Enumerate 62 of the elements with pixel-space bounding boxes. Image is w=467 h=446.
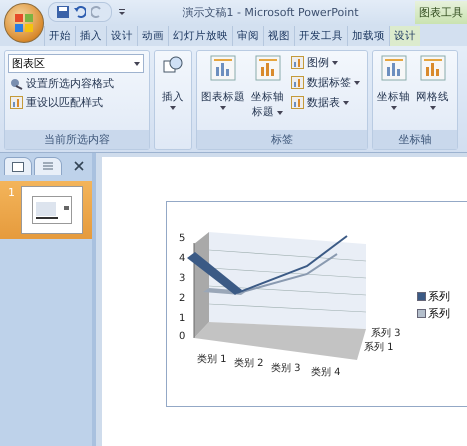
caret-icon xyxy=(390,106,396,110)
slides-tab[interactable] xyxy=(4,157,32,175)
caret-icon xyxy=(354,80,360,84)
chart-icon xyxy=(420,55,446,81)
chart-frame[interactable]: 5 4 3 2 1 0 类别 1 类别 2 类别 3 类别 4 系列 3 系列 1 系列 系列 xyxy=(166,201,467,407)
axis-tick-label: 1 xyxy=(179,313,186,324)
axis-tick-label: 0 xyxy=(179,331,186,342)
window-title: 演示文稿1 - Microsoft PowerPoint xyxy=(181,4,360,20)
axes-button[interactable]: 网格线 xyxy=(415,54,450,127)
slide-icon xyxy=(12,162,24,172)
group-label: 当前所选内容 xyxy=(5,130,149,149)
chart-icon xyxy=(210,55,236,81)
context-tab-title: 图表工具 xyxy=(415,0,467,24)
legend-label: 系列 xyxy=(428,306,450,321)
axis-title-button[interactable]: 坐标轴 标题 xyxy=(250,54,285,127)
caret-icon xyxy=(134,62,140,66)
chart-title-button[interactable]: 图表标题 xyxy=(200,54,246,127)
chart-icon xyxy=(254,55,280,81)
outline-tab[interactable] xyxy=(34,157,62,175)
chart-icon xyxy=(291,56,304,69)
series-axis-label: 系列 1 xyxy=(364,340,394,354)
axis-tick-label: 2 xyxy=(179,293,186,304)
undo-icon[interactable] xyxy=(74,6,86,18)
chart-icon xyxy=(380,55,406,81)
list-icon xyxy=(42,162,54,172)
office-button[interactable] xyxy=(4,3,44,43)
label-option-button[interactable]: 图例 xyxy=(289,54,362,71)
customize-icon[interactable] xyxy=(118,8,126,16)
category-label: 类别 1 xyxy=(197,352,227,366)
caret-icon xyxy=(332,60,338,64)
format-icon xyxy=(10,77,23,90)
axis-tick-label: 4 xyxy=(179,253,186,264)
group-label: 标签 xyxy=(197,130,367,149)
caret-icon xyxy=(343,100,349,104)
category-label: 类别 3 xyxy=(271,362,301,375)
close-icon[interactable] xyxy=(74,161,84,171)
legend-label: 系列 xyxy=(428,289,450,304)
slide-number: 1 xyxy=(8,186,15,199)
chart-element-dropdown[interactable]: 图表区 xyxy=(8,54,144,73)
caret-icon xyxy=(277,110,284,115)
slide-thumbnail[interactable] xyxy=(21,186,83,234)
chart-icon xyxy=(291,96,304,109)
label-option-button[interactable]: 数据表 xyxy=(289,94,362,111)
category-label: 类别 4 xyxy=(311,366,341,379)
axis-tick-label: 5 xyxy=(179,233,186,244)
reset-style-button[interactable]: 重设以匹配样式 xyxy=(8,94,146,111)
category-label: 类别 2 xyxy=(234,356,264,370)
reset-icon xyxy=(10,96,23,109)
format-selection-button[interactable]: 设置所选内容格式 xyxy=(8,75,146,92)
series-axis-label: 系列 3 xyxy=(371,326,401,340)
caret-icon xyxy=(170,106,176,110)
label-option-button[interactable]: 数据标签 xyxy=(289,74,362,91)
ribbon-tab[interactable]: 设计 xyxy=(389,26,420,46)
group-label: 坐标轴 xyxy=(373,130,457,149)
chart-icon xyxy=(291,76,304,89)
logo-icon xyxy=(14,13,34,33)
save-icon[interactable] xyxy=(57,6,69,18)
caret-icon xyxy=(220,106,226,110)
axes-button[interactable]: 坐标轴 xyxy=(376,54,411,127)
axis-tick-label: 3 xyxy=(179,273,186,284)
caret-icon xyxy=(430,106,436,110)
chart-thumbnail-drawing xyxy=(32,196,72,224)
